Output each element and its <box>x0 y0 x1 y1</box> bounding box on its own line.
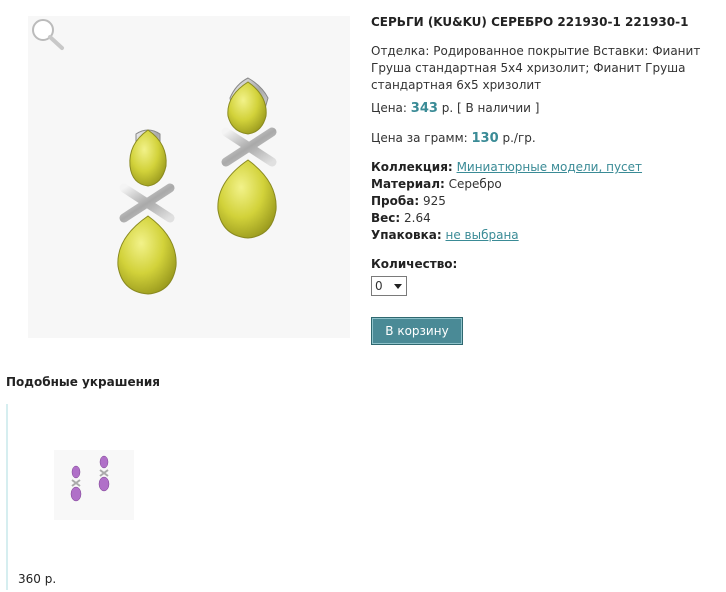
add-to-cart-button[interactable]: В корзину <box>371 317 463 345</box>
left-earring <box>117 129 177 295</box>
proba-value: 925 <box>422 194 446 208</box>
spec-collection: Коллекция: Миниатюрные модели, пусет <box>371 159 642 176</box>
proba-label: Проба: <box>371 194 420 208</box>
price-value: 343 <box>410 101 438 116</box>
price-per-gram-line: Цена за грамм: 130 р./гр. <box>371 130 536 147</box>
similar-item-price: 360 р. <box>18 572 57 586</box>
gram-value: 130 <box>471 131 499 146</box>
similar-item[interactable]: 360 р. <box>6 404 146 590</box>
product-info: СЕРЬГИ (KU&KU) СЕРЕБРО 221930-1 221930-1… <box>371 14 716 345</box>
zoom-icon[interactable] <box>28 16 68 52</box>
product-specs: Коллекция: Миниатюрные модели, пусет Мат… <box>371 159 642 244</box>
weight-label: Вес: <box>371 211 401 225</box>
collection-label: Коллекция: <box>371 160 453 174</box>
product-finish: Отделка: Родированное покрытие Вставки: … <box>371 44 701 92</box>
material-value: Серебро <box>448 177 502 191</box>
price-unit: р. <box>441 101 454 115</box>
similar-item-image[interactable] <box>54 450 134 520</box>
product-title: СЕРЬГИ (KU&KU) СЕРЕБРО 221930-1 221930-1 <box>371 15 689 29</box>
spec-weight: Вес: 2.64 <box>371 210 642 227</box>
weight-value: 2.64 <box>404 211 431 225</box>
gram-label: Цена за грамм: <box>371 131 468 145</box>
price-line: Цена: 343 р. [ В наличии ] <box>371 100 539 117</box>
material-label: Материал: <box>371 177 445 191</box>
spec-material: Материал: Серебро <box>371 176 642 193</box>
spec-proba: Проба: 925 <box>371 193 642 210</box>
quantity-value: 0 <box>375 279 383 293</box>
quantity-label: Количество: <box>371 257 458 271</box>
right-earring <box>217 77 277 239</box>
collection-link[interactable]: Миниатюрные модели, пусет <box>457 160 642 174</box>
packaging-label: Упаковка: <box>371 228 442 242</box>
similar-title: Подобные украшения <box>6 375 161 389</box>
gram-unit: р./гр. <box>502 131 536 145</box>
spec-packaging: Упаковка: не выбрана <box>371 227 642 244</box>
dropdown-arrow-icon <box>394 284 402 289</box>
packaging-link[interactable]: не выбрана <box>446 228 519 242</box>
product-image[interactable] <box>28 16 350 338</box>
earrings-image <box>117 77 277 295</box>
quantity-select[interactable]: 0 <box>371 276 407 296</box>
availability-status: [ В наличии ] <box>457 101 540 115</box>
price-label: Цена: <box>371 101 407 115</box>
